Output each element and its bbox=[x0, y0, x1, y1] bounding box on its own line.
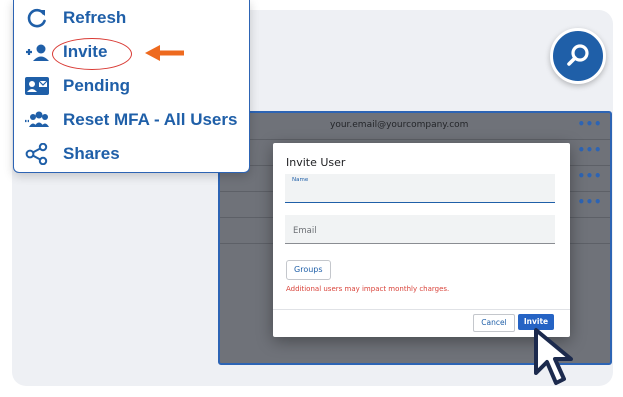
invite-user-dialog: Invite User Name Email Groups Additional… bbox=[273, 143, 570, 337]
email-placeholder: Email bbox=[293, 226, 317, 236]
pointing-arrow-icon bbox=[145, 45, 184, 61]
more-options-icon[interactable]: ••• bbox=[577, 169, 602, 183]
name-field-label: Name bbox=[292, 177, 309, 183]
menu-item-reset-mfa[interactable]: Reset MFA - All Users bbox=[14, 103, 249, 137]
menu-item-pending[interactable]: Pending bbox=[14, 69, 249, 103]
more-options-icon[interactable]: ••• bbox=[577, 195, 602, 209]
email-field[interactable]: Email bbox=[285, 215, 555, 244]
user-email: your.email@yourcompany.com bbox=[330, 120, 469, 130]
dialog-title: Invite User bbox=[286, 156, 346, 169]
users-icon bbox=[25, 111, 49, 127]
menu-item-shares[interactable]: Shares bbox=[14, 137, 249, 171]
table-row[interactable]: your.email@yourcompany.com ••• bbox=[220, 113, 610, 140]
search-icon bbox=[567, 44, 589, 66]
add-user-icon bbox=[26, 44, 49, 61]
menu-item-label: Pending bbox=[63, 76, 131, 95]
more-options-icon[interactable]: ••• bbox=[577, 117, 602, 131]
charges-warning: Additional users may impact monthly char… bbox=[286, 285, 450, 293]
menu-item-label: Shares bbox=[63, 144, 120, 163]
pending-card-icon bbox=[25, 77, 49, 95]
search-badge bbox=[550, 28, 606, 84]
pointer-cursor-icon bbox=[534, 328, 573, 385]
share-icon bbox=[25, 143, 48, 165]
dialog-divider bbox=[273, 309, 570, 310]
more-options-icon[interactable]: ••• bbox=[577, 143, 602, 157]
menu-item-label: Reset MFA - All Users bbox=[63, 110, 238, 129]
name-field[interactable]: Name bbox=[285, 174, 555, 203]
menu-item-refresh[interactable]: Refresh bbox=[14, 1, 249, 35]
invite-highlight-oval bbox=[52, 38, 132, 70]
actions-menu: Refresh Invite Pending Reset MFA - All U… bbox=[13, 0, 250, 173]
cancel-button[interactable]: Cancel bbox=[473, 314, 515, 332]
menu-item-label: Refresh bbox=[63, 8, 127, 27]
refresh-icon bbox=[27, 8, 46, 28]
groups-button[interactable]: Groups bbox=[286, 260, 331, 280]
